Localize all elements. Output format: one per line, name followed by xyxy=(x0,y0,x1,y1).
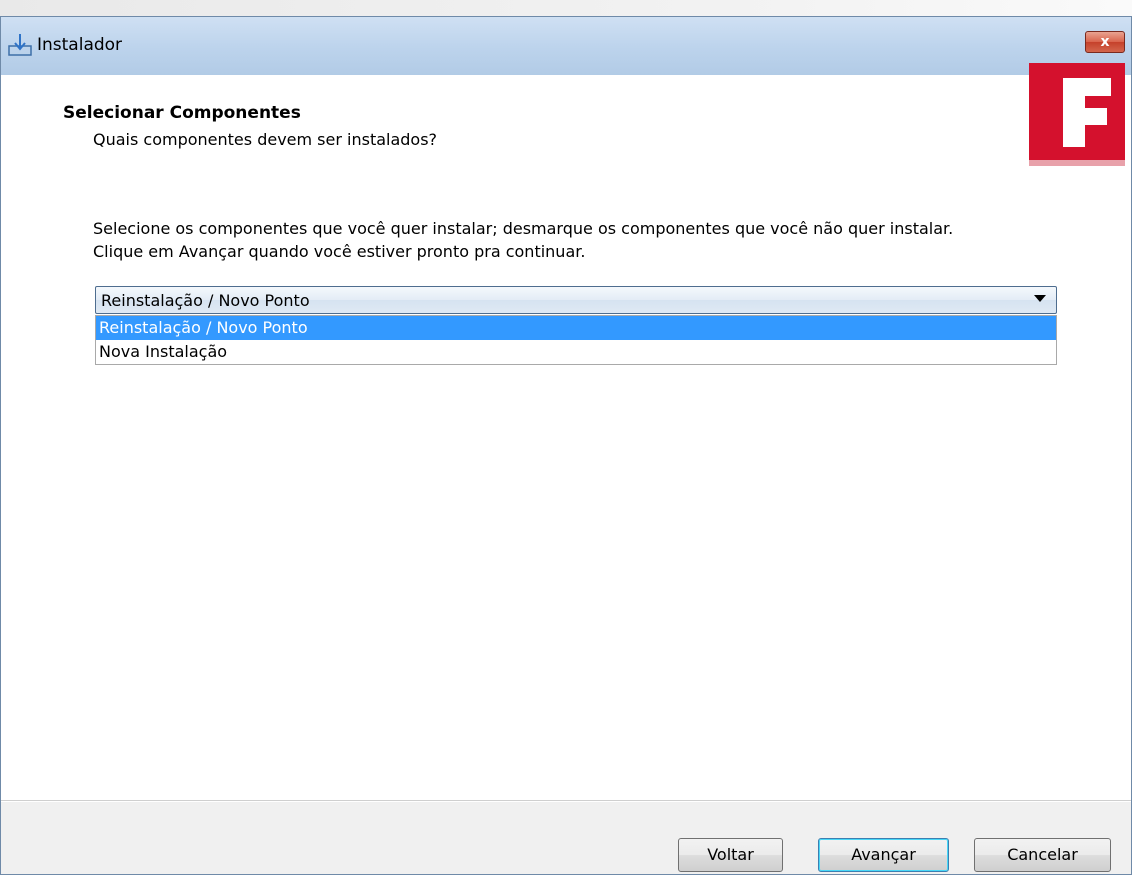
page-subheading: Quais componentes devem ser instalados? xyxy=(93,130,438,149)
component-select-value: Reinstalação / Novo Ponto xyxy=(101,291,310,310)
title-bar: Instalador x xyxy=(1,17,1131,76)
chevron-down-icon xyxy=(1034,295,1046,302)
instructions-line-2: Clique em Avançar quando você estiver pr… xyxy=(93,242,586,261)
installer-download-icon xyxy=(8,34,32,56)
back-button[interactable]: Voltar xyxy=(678,838,783,872)
next-button[interactable]: Avançar xyxy=(818,838,949,872)
instructions-line-1: Selecione os componentes que você quer i… xyxy=(93,219,954,238)
page-heading: Selecionar Componentes xyxy=(63,103,301,123)
component-select-dropdown: Reinstalação / Novo Ponto Nova Instalaçã… xyxy=(95,315,1057,365)
cancel-button[interactable]: Cancelar xyxy=(974,838,1111,872)
window-title: Instalador xyxy=(37,35,123,55)
option-nova-instalacao[interactable]: Nova Instalação xyxy=(96,340,1056,364)
footer-bar: Voltar Avançar Cancelar xyxy=(1,802,1131,874)
brand-logo: F xyxy=(1029,63,1125,166)
instructions-text: Selecione os componentes que você quer i… xyxy=(93,217,1093,263)
close-icon: x xyxy=(1100,34,1110,50)
option-reinstalacao[interactable]: Reinstalação / Novo Ponto xyxy=(96,316,1056,340)
component-select[interactable]: Reinstalação / Novo Ponto xyxy=(95,286,1057,314)
close-button[interactable]: x xyxy=(1085,31,1125,53)
installer-window: Instalador x Selecionar Componentes Quai… xyxy=(0,16,1132,875)
wizard-content: Selecionar Componentes Quais componentes… xyxy=(1,63,1131,874)
